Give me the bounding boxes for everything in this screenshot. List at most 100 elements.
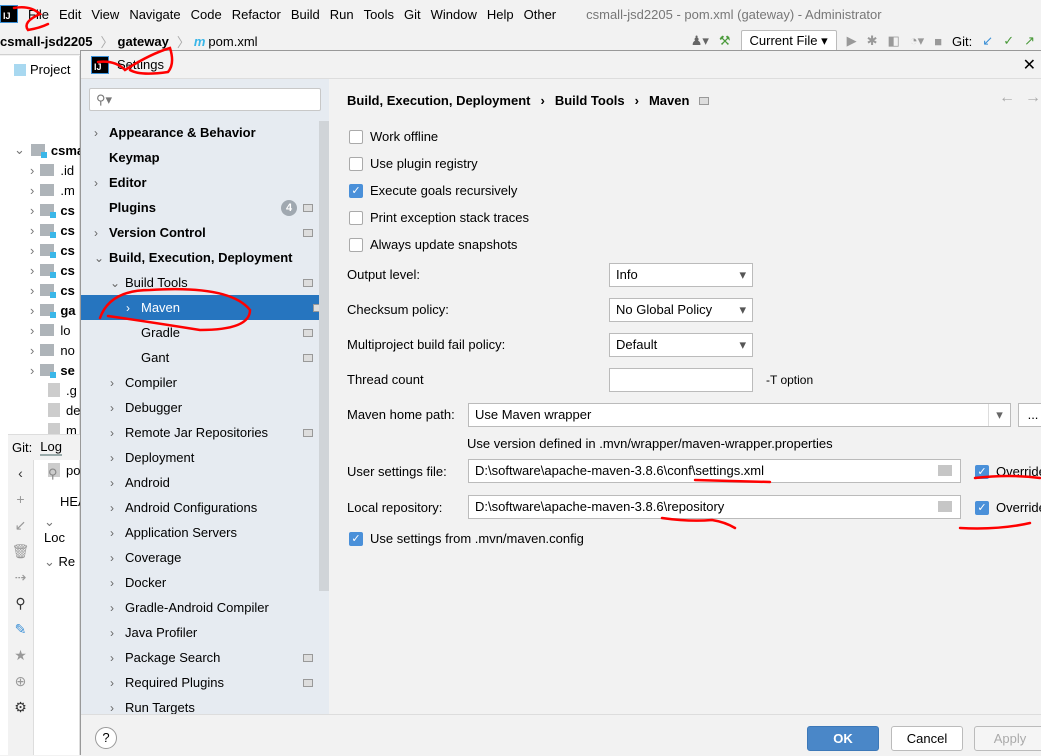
breadcrumb-module[interactable]: gateway <box>118 34 169 49</box>
output-level-select[interactable]: Info <box>609 263 753 287</box>
stop-icon[interactable]: ■ <box>934 34 942 49</box>
chevron-right-icon[interactable]: › <box>110 551 114 565</box>
menu-other[interactable]: Other <box>524 7 557 22</box>
chevron-right-icon[interactable]: › <box>110 601 114 615</box>
add-icon[interactable]: + <box>8 486 33 512</box>
tree-scrollbar[interactable] <box>319 121 329 591</box>
git-log-tab[interactable]: Log <box>40 439 62 456</box>
ok-button[interactable]: OK <box>807 726 879 751</box>
chevron-right-icon[interactable]: › <box>94 176 98 190</box>
git-branch-local[interactable]: ⌄ Loc <box>44 514 79 545</box>
checksum-policy-select[interactable]: No Global Policy <box>609 298 753 322</box>
settings-tree-item-android-configurations[interactable]: › Android Configurations <box>81 495 319 520</box>
settings-tree-item-required-plugins[interactable]: › Required Plugins <box>81 670 319 695</box>
checkbox-always-update-snapshots[interactable]: Always update snapshots <box>349 237 517 252</box>
chevron-down-icon[interactable]: ⌄ <box>110 276 120 290</box>
settings-tree-item-coverage[interactable]: › Coverage <box>81 545 319 570</box>
settings-tree-item-package-search[interactable]: › Package Search <box>81 645 319 670</box>
maven-home-combo[interactable]: Use Maven wrapper ▾ <box>468 403 1011 427</box>
menu-build[interactable]: Build <box>291 7 320 22</box>
collapse-icon[interactable]: ‹ <box>8 460 33 486</box>
settings-tree-item-keymap[interactable]: Keymap <box>81 145 319 170</box>
chevron-right-icon[interactable]: › <box>110 576 114 590</box>
target-icon[interactable]: ⊕ <box>8 668 33 694</box>
chevron-right-icon[interactable]: › <box>110 451 114 465</box>
chevron-right-icon[interactable]: › <box>110 676 114 690</box>
settings-tree-item-gradle-android-compiler[interactable]: › Gradle-Android Compiler <box>81 595 319 620</box>
settings-tree-item-debugger[interactable]: › Debugger <box>81 395 319 420</box>
settings-tree-item-version-control[interactable]: › Version Control <box>81 220 319 245</box>
settings-tree-item-appearance-behavior[interactable]: › Appearance & Behavior <box>81 120 319 145</box>
git-update-icon[interactable]: ↙ <box>982 33 993 49</box>
checkout-icon[interactable]: ↙ <box>8 512 33 538</box>
chevron-right-icon[interactable]: › <box>110 526 114 540</box>
edit-icon[interactable]: ✎ <box>8 616 33 642</box>
close-icon[interactable]: ✕ <box>1023 55 1036 75</box>
chevron-right-icon[interactable]: › <box>110 376 114 390</box>
settings-search-input[interactable]: ⚲▾ <box>89 88 321 111</box>
checkbox-use-plugin-registry[interactable]: Use plugin registry <box>349 156 478 171</box>
breadcrumb-project[interactable]: csmall-jsd2205 <box>0 34 93 49</box>
chevron-down-icon[interactable]: ⌄ <box>94 251 104 265</box>
checkbox-execute-goals-recursively[interactable]: ✓ Execute goals recursively <box>349 183 517 198</box>
run-configuration-select[interactable]: Current File ▾ <box>740 30 837 52</box>
menu-git[interactable]: Git <box>404 7 421 22</box>
menu-view[interactable]: View <box>91 7 119 22</box>
menu-run[interactable]: Run <box>330 7 354 22</box>
settings-tree-item-compiler[interactable]: › Compiler <box>81 370 319 395</box>
settings-tree-item-editor[interactable]: › Editor <box>81 170 319 195</box>
settings-tree-item-application-servers[interactable]: › Application Servers <box>81 520 319 545</box>
menu-help[interactable]: Help <box>487 7 514 22</box>
forward-arrow-icon[interactable]: → <box>1025 89 1041 107</box>
coverage-icon[interactable]: ◧ <box>888 33 900 49</box>
user-settings-input[interactable]: D:\software\apache-maven-3.8.6\conf\sett… <box>468 459 961 483</box>
settings-tree-item-gradle[interactable]: Gradle <box>81 320 319 345</box>
user-settings-override-checkbox[interactable]: ✓ Override <box>975 464 1041 479</box>
git-commit-icon[interactable]: ✓ <box>1003 33 1014 49</box>
settings-tree-item-android[interactable]: › Android <box>81 470 319 495</box>
settings-tree-item-maven[interactable]: › Maven <box>81 295 329 320</box>
settings-tree-item-build-execution-deployment[interactable]: ⌄ Build, Execution, Deployment <box>81 245 319 270</box>
delete-icon[interactable]: 🗑 <box>8 538 33 564</box>
git-branch-remote[interactable]: ⌄ Re <box>44 554 75 570</box>
settings-tree-item-java-profiler[interactable]: › Java Profiler <box>81 620 319 645</box>
folder-icon[interactable] <box>938 465 952 476</box>
chevron-right-icon[interactable]: › <box>126 301 130 315</box>
local-repo-override-checkbox[interactable]: ✓ Override <box>975 500 1041 515</box>
debug-icon[interactable]: ✱ <box>867 33 878 49</box>
use-mvn-config-checkbox[interactable]: ✓ Use settings from .mvn/maven.config <box>349 531 584 546</box>
settings-tree-item-gant[interactable]: Gant <box>81 345 319 370</box>
run-icon[interactable]: ▶ <box>847 33 857 49</box>
search-icon[interactable]: ⚲ <box>8 590 33 616</box>
menu-tools[interactable]: Tools <box>364 7 394 22</box>
build-hammer-icon[interactable]: ⚒ <box>719 33 731 49</box>
git-push-icon[interactable]: ↗ <box>1024 33 1035 49</box>
settings-tree-item-build-tools[interactable]: ⌄ Build Tools <box>81 270 319 295</box>
menu-file[interactable]: File <box>28 7 49 22</box>
project-tab[interactable]: Project <box>14 62 70 77</box>
breadcrumb-file[interactable]: pom.xml <box>208 34 257 49</box>
chevron-right-icon[interactable]: › <box>110 701 114 715</box>
settings-tree-item-docker[interactable]: › Docker <box>81 570 319 595</box>
browse-maven-home-button[interactable]: ... <box>1018 403 1041 427</box>
folder-icon[interactable] <box>938 501 952 512</box>
checkbox-print-exception-stack-traces[interactable]: Print exception stack traces <box>349 210 529 225</box>
help-button[interactable]: ? <box>95 727 117 749</box>
user-icon[interactable]: ♟▾ <box>691 33 709 49</box>
chevron-right-icon[interactable]: › <box>110 501 114 515</box>
chevron-right-icon[interactable]: › <box>94 126 98 140</box>
menu-refactor[interactable]: Refactor <box>232 7 281 22</box>
profile-icon[interactable]: ◔▾ <box>910 33 924 49</box>
cancel-button[interactable]: Cancel <box>891 726 963 751</box>
settings-gear-icon[interactable]: ⚙ <box>8 694 33 720</box>
settings-tree-item-run-targets[interactable]: › Run Targets <box>81 695 319 714</box>
multiproject-policy-select[interactable]: Default <box>609 333 753 357</box>
settings-tree-item-plugins[interactable]: Plugins 4 <box>81 195 319 220</box>
chevron-right-icon[interactable]: › <box>110 651 114 665</box>
thread-count-input[interactable] <box>609 368 753 392</box>
settings-tree-item-deployment[interactable]: › Deployment <box>81 445 319 470</box>
local-repo-input[interactable]: D:\software\apache-maven-3.8.6\repositor… <box>468 495 961 519</box>
chevron-right-icon[interactable]: › <box>110 426 114 440</box>
back-arrow-icon[interactable]: ← <box>999 89 1015 107</box>
menu-edit[interactable]: Edit <box>59 7 81 22</box>
